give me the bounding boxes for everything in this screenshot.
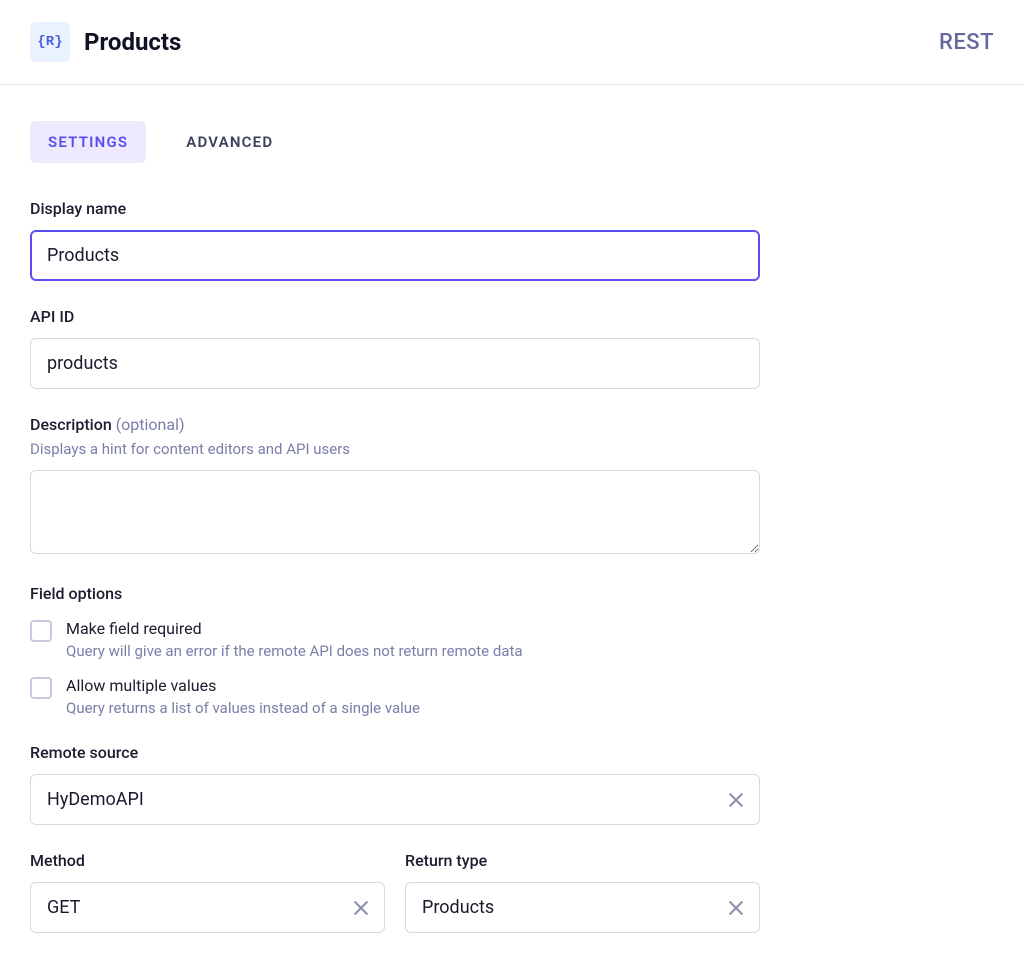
rest-field-icon: {R} [30,22,70,62]
tab-settings[interactable]: SETTINGS [30,121,146,163]
multiple-checkbox[interactable] [30,677,52,699]
remote-source-select-wrap [30,774,760,825]
header-left: {R} Products [30,22,181,62]
field-options-label: Field options [30,584,760,603]
method-return-row: Method Return type [30,851,760,933]
required-desc: Query will give an error if the remote A… [66,642,523,660]
required-label: Make field required [66,619,523,638]
method-select[interactable] [30,882,385,933]
api-id-label: API ID [30,307,760,326]
tabs: SETTINGS ADVANCED [30,121,760,163]
multiple-label: Allow multiple values [66,676,420,695]
remote-source-select[interactable] [30,774,760,825]
description-label-text: Description [30,415,112,434]
required-text: Make field required Query will give an e… [66,619,523,660]
form-body: SETTINGS ADVANCED Display name API ID De… [0,85,790,973]
required-checkbox[interactable] [30,620,52,642]
description-hint: Displays a hint for content editors and … [30,440,760,458]
multiple-row: Allow multiple values Query returns a li… [30,676,760,717]
required-row: Make field required Query will give an e… [30,619,760,660]
display-name-label: Display name [30,199,760,218]
method-label: Method [30,851,385,870]
multiple-text: Allow multiple values Query returns a li… [66,676,420,717]
type-badge: REST [939,30,994,55]
header: {R} Products REST [0,0,1024,85]
description-input[interactable] [30,470,760,554]
multiple-desc: Query returns a list of values instead o… [66,699,420,717]
method-col: Method [30,851,385,933]
method-select-wrap [30,882,385,933]
return-type-label: Return type [405,851,760,870]
close-icon[interactable] [726,790,746,810]
return-type-select-wrap [405,882,760,933]
return-type-select[interactable] [405,882,760,933]
remote-source-label: Remote source [30,743,760,762]
description-optional: (optional) [116,415,185,434]
close-icon[interactable] [351,898,371,918]
tab-advanced[interactable]: ADVANCED [168,121,291,163]
display-name-input[interactable] [30,230,760,281]
api-id-input[interactable] [30,338,760,389]
return-type-col: Return type [405,851,760,933]
close-icon[interactable] [726,898,746,918]
page-title: Products [84,28,181,56]
description-label: Description (optional) [30,415,760,434]
